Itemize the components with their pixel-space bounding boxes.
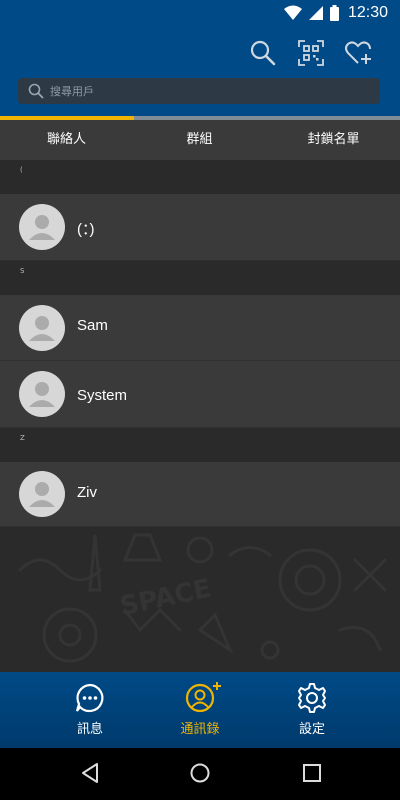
default-avatar-icon — [29, 382, 55, 407]
contact-list[interactable]: SPACE ( (：) S Sam System Z Ziv — [0, 160, 400, 672]
search-input[interactable] — [50, 81, 370, 101]
contact-name: Ziv — [77, 484, 97, 501]
avatar — [19, 371, 65, 417]
bottom-navigation: 訊息 通訊錄 設定 — [0, 672, 400, 748]
tab-blocked[interactable]: 封鎖名單 — [267, 120, 400, 160]
default-avatar-icon — [29, 316, 55, 341]
wifi-icon — [284, 5, 302, 20]
nav-settings[interactable]: 設定 — [252, 672, 372, 748]
avatar — [19, 471, 65, 517]
contact-name: Sam — [77, 317, 108, 334]
avatar — [19, 204, 65, 250]
contact-row[interactable]: (：) — [0, 194, 400, 261]
contacts-icon — [185, 682, 221, 713]
home-icon[interactable] — [189, 762, 211, 784]
qr-code-icon[interactable] — [296, 38, 326, 68]
nav-messages-label: 訊息 — [76, 722, 103, 737]
section-letter: Z — [20, 434, 25, 442]
add-favorite-icon[interactable] — [344, 38, 374, 68]
cell-signal-icon — [309, 6, 323, 20]
nav-settings-label: 設定 — [298, 722, 325, 737]
section-header: ( — [0, 160, 400, 194]
section-letter: S — [20, 267, 25, 275]
default-avatar-icon — [29, 215, 55, 240]
section-letter: ( — [20, 166, 23, 174]
contact-name: System — [77, 387, 128, 404]
nav-contacts-label: 通訊錄 — [180, 722, 220, 737]
battery-icon — [330, 5, 339, 21]
status-bar: 12:30 — [0, 0, 400, 26]
app-header — [0, 26, 400, 116]
nav-messages[interactable]: 訊息 — [30, 672, 150, 748]
section-header: Z — [0, 428, 400, 462]
search-icon[interactable] — [248, 38, 278, 68]
contact-row[interactable]: Ziv — [0, 462, 400, 527]
gear-icon — [298, 683, 326, 713]
tab-groups[interactable]: 群組 — [133, 120, 266, 160]
tab-bar: 聯絡人 群組 封鎖名單 — [0, 116, 400, 160]
search-bar[interactable] — [18, 78, 380, 104]
system-nav-bar — [0, 748, 400, 800]
tab-contacts[interactable]: 聯絡人 — [0, 120, 133, 160]
avatar — [19, 305, 65, 351]
back-icon[interactable] — [80, 762, 100, 784]
search-field-icon — [28, 83, 44, 99]
status-time: 12:30 — [347, 4, 388, 21]
section-header: S — [0, 261, 400, 295]
recents-icon[interactable] — [302, 762, 322, 784]
contact-name: (：) — [77, 221, 95, 238]
chat-bubble-icon — [75, 683, 104, 713]
contact-row[interactable]: Sam — [0, 295, 400, 361]
default-avatar-icon — [29, 482, 55, 507]
nav-contacts[interactable]: 通訊錄 — [140, 672, 260, 748]
contact-row[interactable]: System — [0, 361, 400, 428]
